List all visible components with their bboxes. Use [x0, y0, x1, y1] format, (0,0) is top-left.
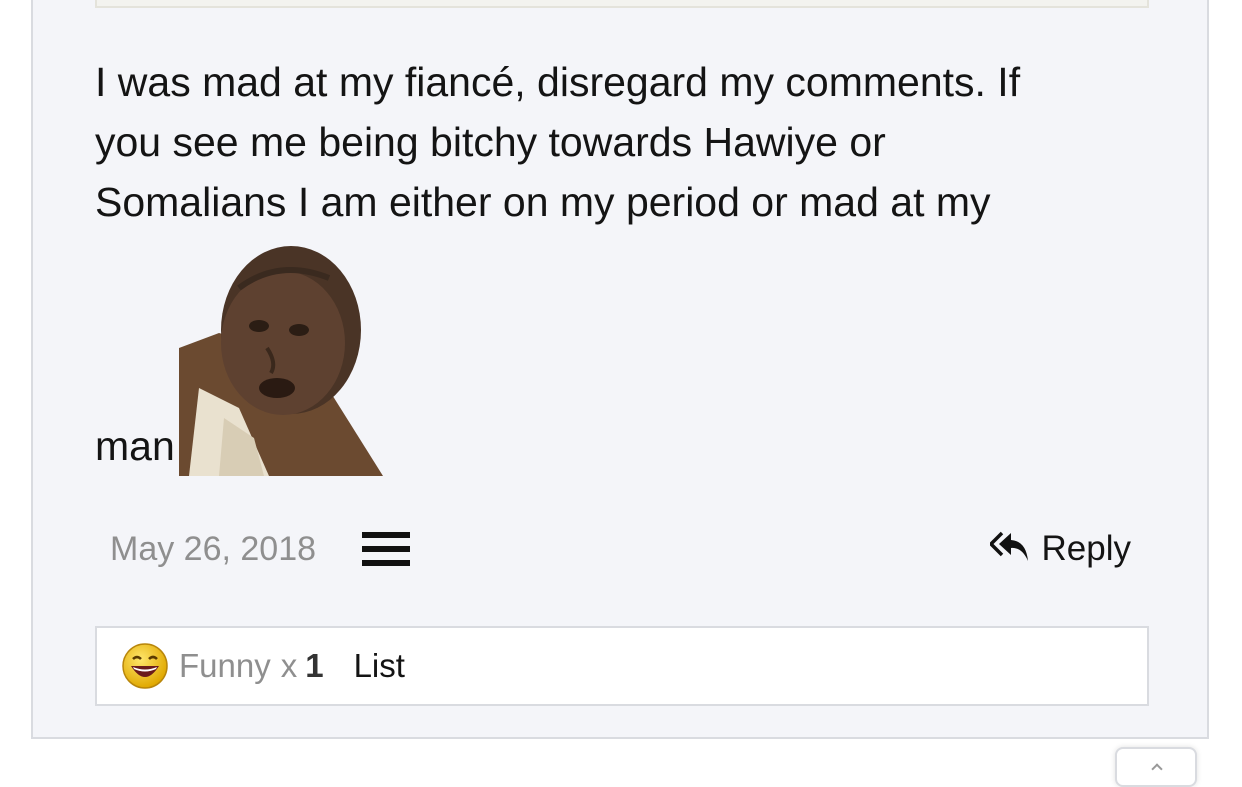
post-line-3: Somalians I am either on my period or ma… — [95, 179, 991, 225]
reaction-count: 1 — [305, 647, 324, 684]
reply-all-arrow-icon — [989, 531, 1028, 561]
chevron-up-icon — [1151, 763, 1163, 775]
quote-box-bottom — [95, 0, 1149, 8]
post-last-line: man — [95, 236, 383, 476]
laughing-face-icon[interactable] — [121, 642, 169, 690]
post-line-2: you see me being bitchy towards Hawiye o… — [95, 119, 886, 165]
reply-button[interactable]: Reply — [989, 524, 1131, 574]
reaction-list-link[interactable]: List — [354, 647, 405, 685]
post-container: I was mad at my fiancé, disregard my com… — [31, 0, 1209, 739]
reaction-name: Funny — [179, 647, 271, 684]
scroll-to-top-button[interactable] — [1115, 747, 1197, 787]
post-last-word: man — [95, 423, 175, 469]
hamburger-menu-icon[interactable] — [362, 532, 411, 566]
post-body: I was mad at my fiancé, disregard my com… — [95, 52, 1135, 232]
reply-label: Reply — [1041, 529, 1131, 568]
post-date[interactable]: May 26, 2018 — [110, 530, 316, 569]
reactions-bar: Funny x 1 List — [95, 626, 1149, 706]
sad-man-face-smiley-icon — [178, 238, 383, 476]
post-line-1: I was mad at my fiancé, disregard my com… — [95, 59, 1021, 105]
post-meta: May 26, 2018 — [110, 524, 411, 574]
reaction-multiplier: x — [280, 647, 298, 684]
